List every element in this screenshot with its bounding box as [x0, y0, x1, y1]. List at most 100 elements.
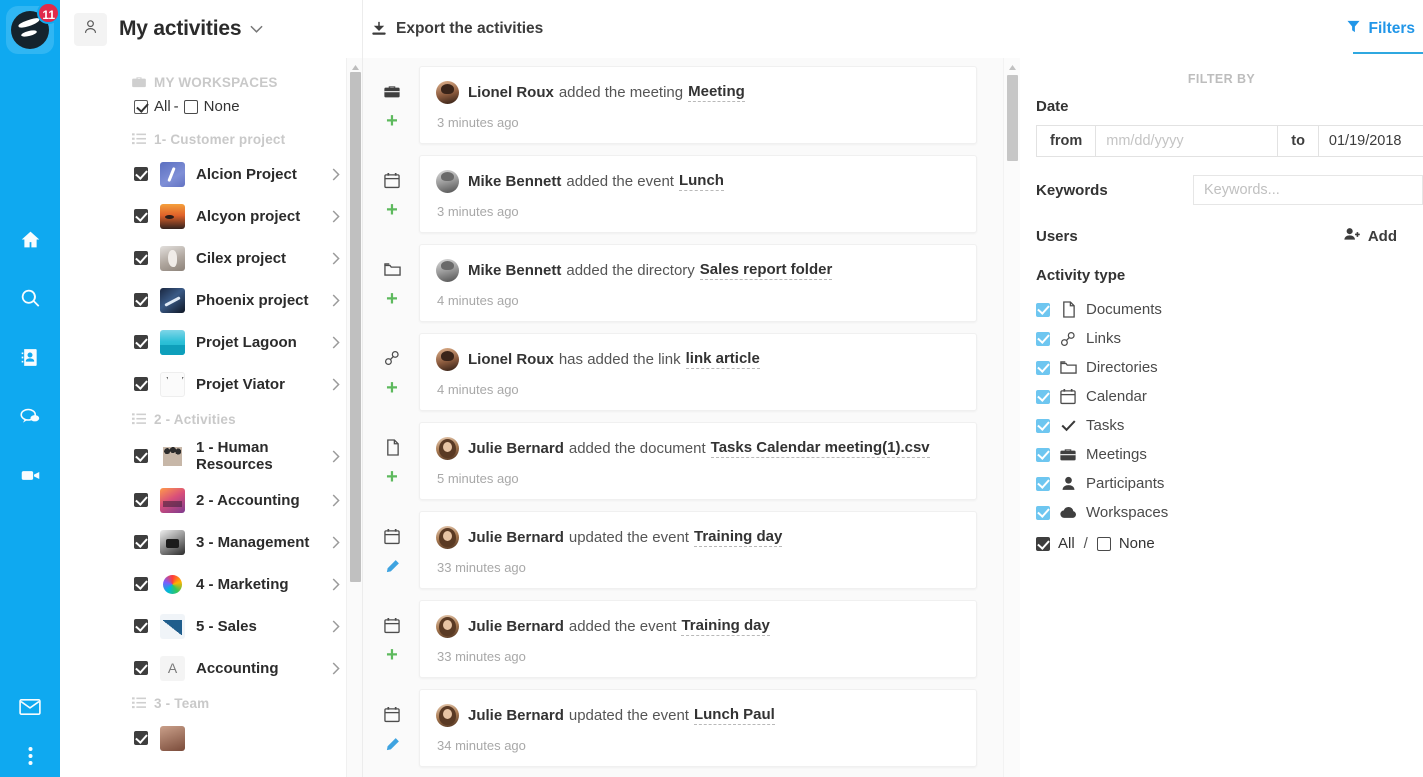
sidebar-scroll-thumb[interactable] — [350, 72, 361, 582]
activity-target[interactable]: Lunch Paul — [694, 706, 775, 725]
rail-item-home[interactable] — [0, 212, 60, 271]
feed-scrollbar[interactable] — [1003, 58, 1020, 777]
rail-item-more[interactable] — [0, 740, 60, 777]
tab-filters[interactable]: Filters — [1347, 0, 1423, 58]
workspace-checkbox[interactable] — [134, 377, 148, 391]
activity-type-item[interactable]: Meetings — [1020, 440, 1423, 469]
activity-type-item[interactable]: Workspaces — [1020, 498, 1423, 527]
workspace-checkbox[interactable] — [134, 209, 148, 223]
user-avatar-box[interactable] — [74, 13, 107, 46]
activity-card[interactable]: Lionel Rouxhas added the linklink articl… — [419, 333, 977, 411]
activity-target[interactable]: Meeting — [688, 83, 745, 102]
sidebar-item-workspace[interactable]: 2 - Accounting — [60, 479, 362, 521]
chevron-down-icon[interactable] — [250, 25, 263, 34]
activity-type-checkbox[interactable] — [1036, 303, 1050, 317]
activity-type-checkbox[interactable] — [1036, 477, 1050, 491]
sidebar-item-team-member[interactable] — [60, 717, 362, 759]
workspace-checkbox[interactable] — [134, 493, 148, 507]
chevron-right-icon[interactable] — [332, 536, 340, 549]
activity-type-checkbox[interactable] — [1036, 448, 1050, 462]
activity-type-none-checkbox[interactable] — [1097, 537, 1111, 551]
chevron-right-icon[interactable] — [332, 620, 340, 633]
chevron-right-icon[interactable] — [332, 378, 340, 391]
activity-actor[interactable]: Lionel Roux — [468, 351, 554, 368]
chevron-right-icon[interactable] — [332, 252, 340, 265]
activity-type-checkbox[interactable] — [1036, 332, 1050, 346]
date-to-input[interactable] — [1319, 125, 1423, 157]
activity-item[interactable]: Julie Bernardupdated the eventTraining d… — [363, 511, 1003, 589]
chevron-right-icon[interactable] — [332, 494, 340, 507]
activity-actor[interactable]: Lionel Roux — [468, 84, 554, 101]
sidebar-item-workspace[interactable]: 3 - Management — [60, 521, 362, 563]
activity-card[interactable]: Mike Bennettadded the directorySales rep… — [419, 244, 977, 322]
chevron-right-icon[interactable] — [332, 294, 340, 307]
chevron-right-icon[interactable] — [332, 450, 340, 463]
feed-scroll-thumb[interactable] — [1007, 75, 1018, 161]
chevron-right-icon[interactable] — [332, 662, 340, 675]
activity-card[interactable]: Julie Bernardupdated the eventLunch Paul… — [419, 689, 977, 767]
feed-scroll-up-arrow-icon[interactable] — [1007, 60, 1018, 70]
activity-type-item[interactable]: Documents — [1020, 295, 1423, 324]
rail-item-chat[interactable] — [0, 389, 60, 448]
sidebar-item-workspace[interactable]: 5 - Sales — [60, 605, 362, 647]
activity-type-item[interactable]: Participants — [1020, 469, 1423, 498]
sidebar-item-workspace[interactable]: Cilex project — [60, 237, 362, 279]
activity-item[interactable]: +Julie Bernardadded the documentTasks Ca… — [363, 422, 1003, 500]
activity-target[interactable]: link article — [686, 350, 760, 369]
activity-actor[interactable]: Julie Bernard — [468, 707, 564, 724]
scroll-up-arrow-icon[interactable] — [350, 60, 361, 70]
activity-item[interactable]: +Mike Bennettadded the directorySales re… — [363, 244, 1003, 322]
activity-type-checkbox[interactable] — [1036, 419, 1050, 433]
export-activities-button[interactable]: Export the activities — [363, 0, 1020, 58]
rail-item-mail[interactable] — [0, 680, 60, 739]
activity-actor[interactable]: Mike Bennett — [468, 173, 561, 190]
activity-item[interactable]: +Julie Bernardadded the eventTraining da… — [363, 600, 1003, 678]
activity-item[interactable]: +Mike Bennettadded the eventLunch3 minut… — [363, 155, 1003, 233]
activity-type-checkbox[interactable] — [1036, 390, 1050, 404]
activity-card[interactable]: Julie Bernardupdated the eventTraining d… — [419, 511, 977, 589]
activity-target[interactable]: Training day — [694, 528, 782, 547]
workspace-checkbox[interactable] — [134, 577, 148, 591]
activity-item[interactable]: Julie Bernardupdated the eventLunch Paul… — [363, 689, 1003, 767]
chevron-right-icon[interactable] — [332, 210, 340, 223]
app-logo[interactable]: 11 — [6, 6, 54, 54]
keywords-input[interactable] — [1193, 175, 1423, 205]
sidebar-item-workspace[interactable]: Projet Viator — [60, 363, 362, 405]
chevron-right-icon[interactable] — [332, 336, 340, 349]
workspace-checkbox[interactable] — [134, 449, 148, 463]
all-checkbox[interactable] — [134, 100, 148, 114]
workspace-checkbox[interactable] — [134, 167, 148, 181]
activity-actor[interactable]: Julie Bernard — [468, 440, 564, 457]
activity-type-checkbox[interactable] — [1036, 506, 1050, 520]
sidebar-scrollbar[interactable] — [346, 58, 362, 777]
activity-actor[interactable]: Julie Bernard — [468, 529, 564, 546]
workspace-checkbox[interactable] — [134, 251, 148, 265]
activity-target[interactable]: Training day — [681, 617, 769, 636]
sidebar-item-workspace[interactable]: Projet Lagoon — [60, 321, 362, 363]
activity-type-item[interactable]: Calendar — [1020, 382, 1423, 411]
activity-actor[interactable]: Mike Bennett — [468, 262, 561, 279]
activity-card[interactable]: Mike Bennettadded the eventLunch3 minute… — [419, 155, 977, 233]
activity-item[interactable]: +Lionel Rouxhas added the linklink artic… — [363, 333, 1003, 411]
workspace-checkbox[interactable] — [134, 619, 148, 633]
activity-card[interactable]: Julie Bernardadded the documentTasks Cal… — [419, 422, 977, 500]
sidebar-item-workspace[interactable]: Phoenix project — [60, 279, 362, 321]
rail-item-search[interactable] — [0, 271, 60, 330]
chevron-right-icon[interactable] — [332, 578, 340, 591]
sidebar-item-workspace[interactable]: Alcion Project — [60, 153, 362, 195]
sidebar-item-workspace[interactable]: Alcyon project — [60, 195, 362, 237]
activity-actor[interactable]: Julie Bernard — [468, 618, 564, 635]
activity-card[interactable]: Julie Bernardadded the eventTraining day… — [419, 600, 977, 678]
activity-card[interactable]: Lionel Rouxadded the meetingMeeting3 min… — [419, 66, 977, 144]
sidebar-item-workspace[interactable]: 1 - Human Resources — [60, 433, 362, 479]
activity-target[interactable]: Tasks Calendar meeting(1).csv — [711, 439, 930, 458]
workspace-checkbox[interactable] — [134, 335, 148, 349]
activity-type-item[interactable]: Links — [1020, 324, 1423, 353]
rail-item-contacts[interactable] — [0, 330, 60, 389]
sidebar-item-workspace[interactable]: 4 - Marketing — [60, 563, 362, 605]
date-from-input[interactable] — [1096, 125, 1278, 157]
activity-type-item[interactable]: Tasks — [1020, 411, 1423, 440]
activity-type-item[interactable]: Directories — [1020, 353, 1423, 382]
workspace-checkbox[interactable] — [134, 293, 148, 307]
workspace-checkbox[interactable] — [134, 535, 148, 549]
